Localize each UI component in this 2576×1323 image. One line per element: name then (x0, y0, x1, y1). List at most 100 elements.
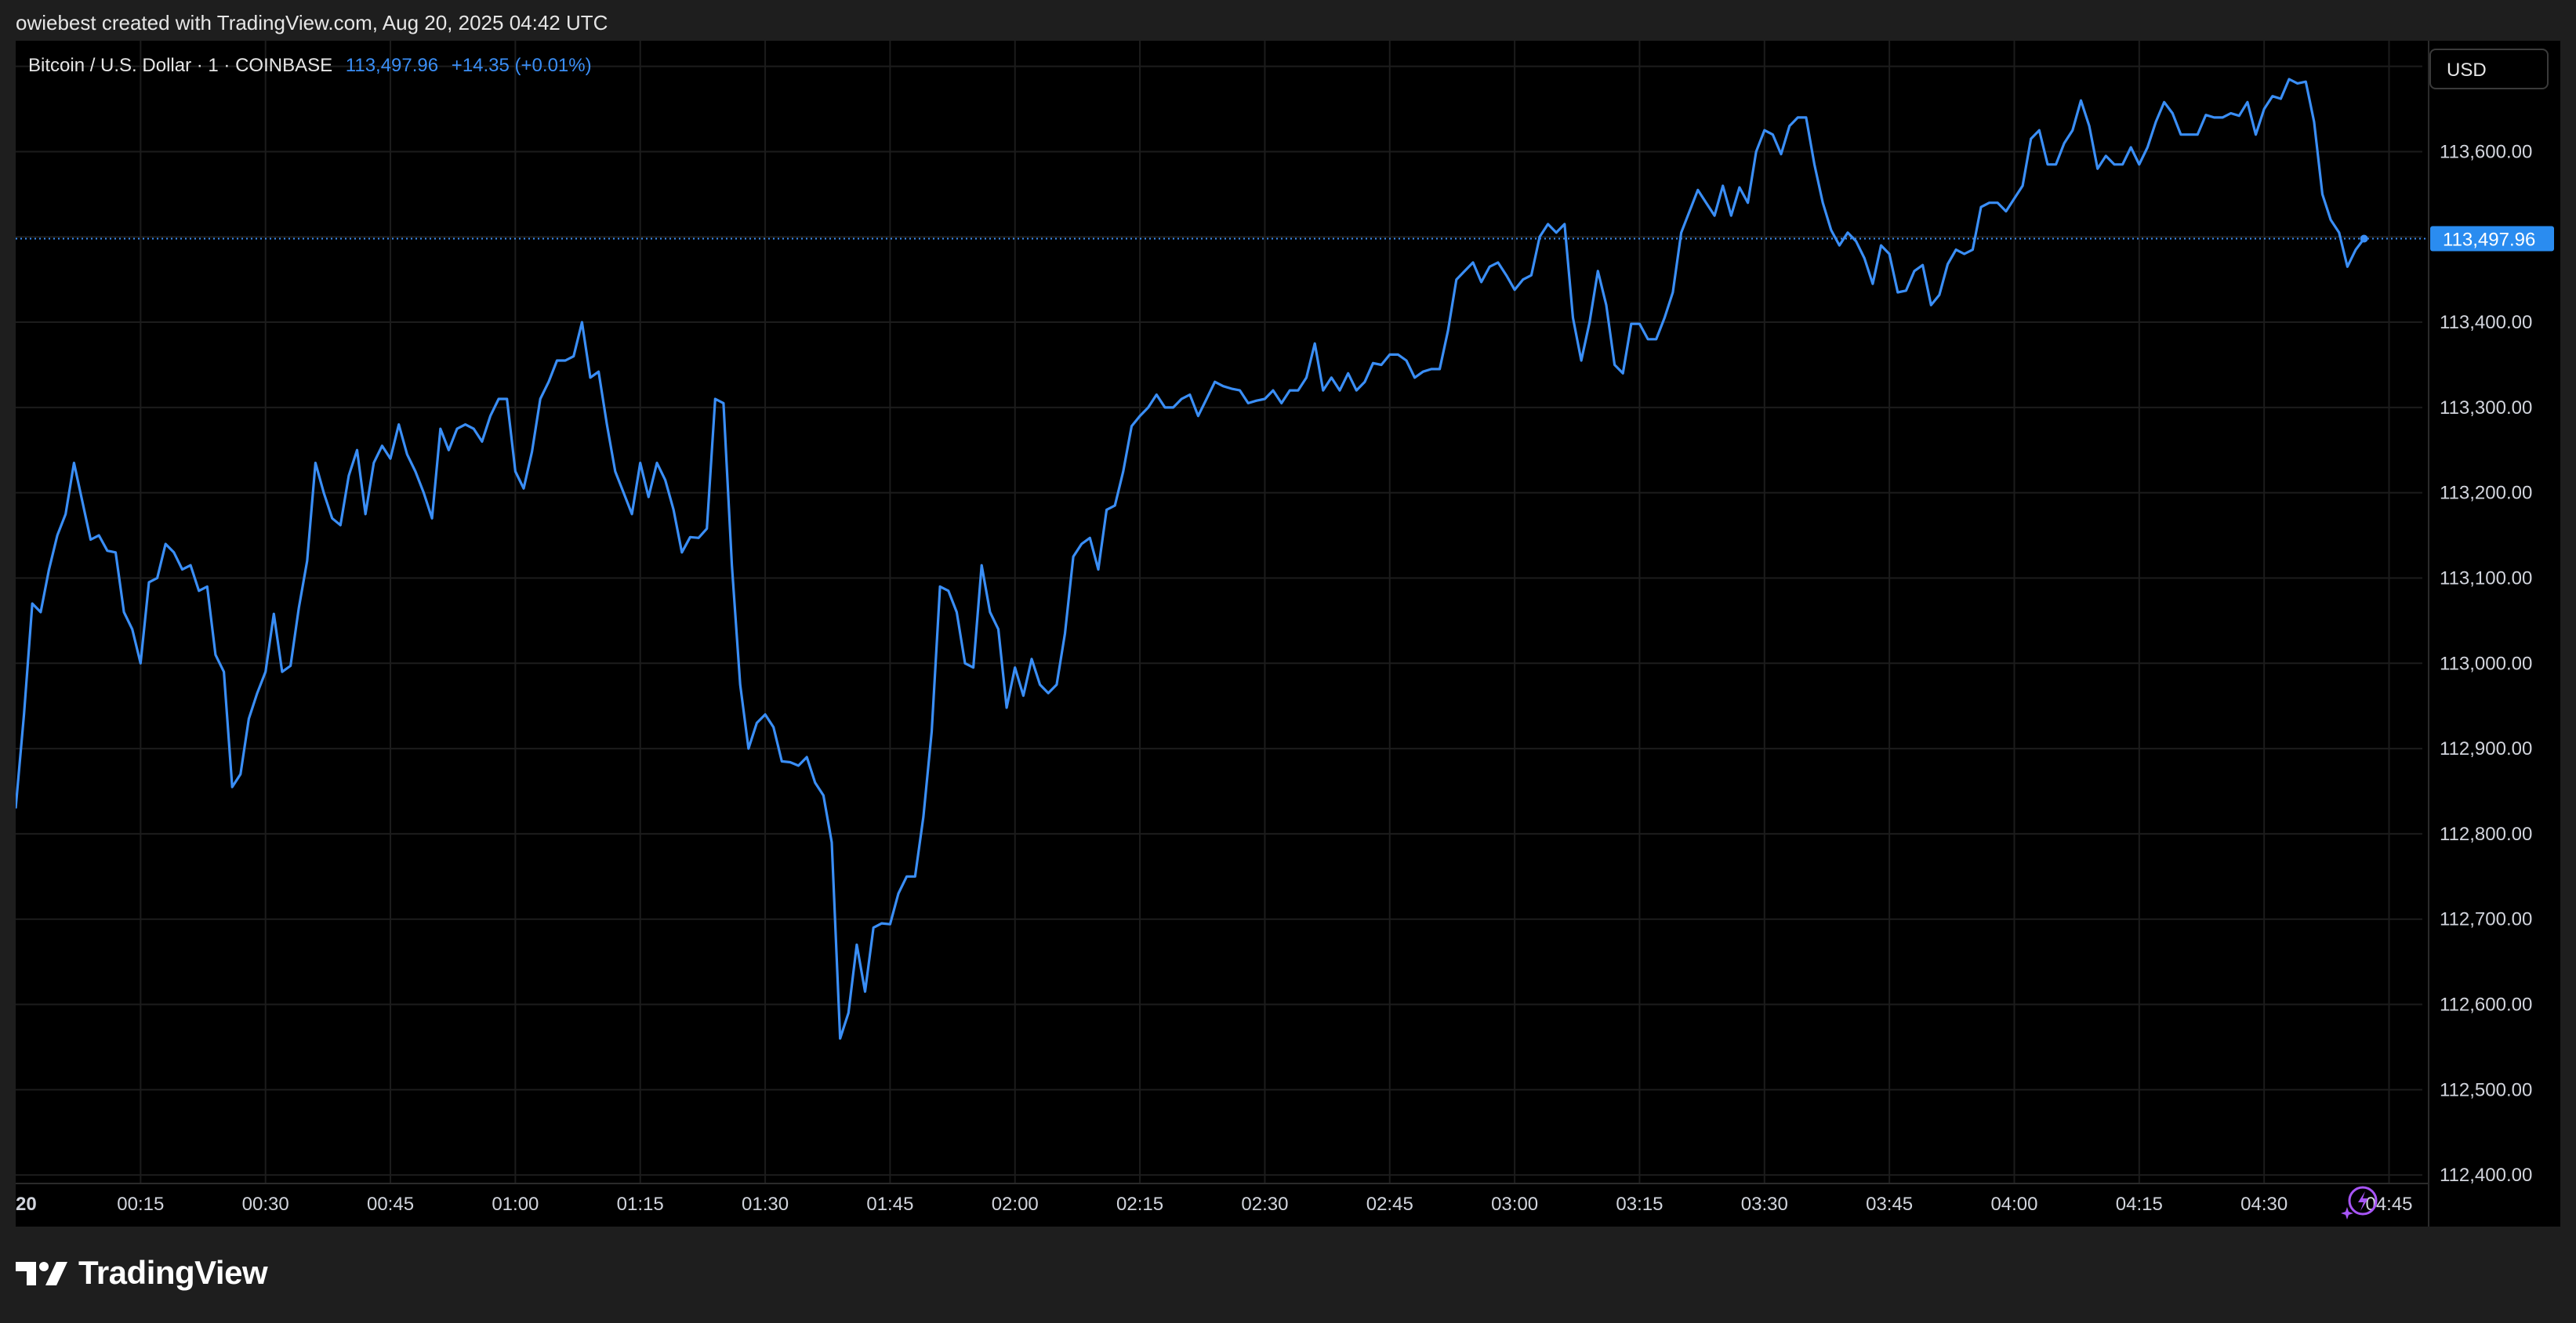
y-tick-label: 113,300.00 (2440, 397, 2532, 419)
y-tick-label: 113,600.00 (2440, 141, 2532, 162)
data-point (1164, 407, 1166, 408)
price-chart[interactable]: 20 00:15 00:30 00:45 01:00 01:15 01:30 01:45 02:… (16, 41, 2560, 1227)
data-point (1922, 264, 1924, 266)
data-point (1022, 695, 1024, 697)
data-point (914, 875, 916, 877)
data-point (481, 440, 483, 442)
data-point (964, 662, 966, 664)
x-tick-label: 00:30 (242, 1194, 289, 1215)
data-point (731, 564, 733, 566)
data-point (1039, 683, 1041, 686)
data-point (1681, 232, 1682, 234)
data-point (314, 462, 316, 464)
data-point (1980, 206, 1982, 208)
data-point (2346, 266, 2348, 267)
data-point (1838, 245, 1840, 246)
data-point (1589, 321, 1591, 323)
data-point (622, 492, 625, 494)
last-price-label: 113,497.96 (2443, 229, 2535, 250)
tradingview-branding[interactable]: TradingView (16, 1254, 268, 1292)
x-tick-label: 03:30 (1741, 1194, 1788, 1215)
data-point (748, 748, 749, 749)
data-point (473, 428, 474, 430)
x-tick-label: 01:30 (742, 1194, 789, 1215)
last-price-dot (2360, 234, 2368, 243)
data-point (2280, 98, 2281, 100)
currency-selector-button[interactable]: USD (2429, 49, 2549, 89)
data-point (1472, 262, 1474, 263)
data-point (681, 552, 683, 553)
data-point (1805, 117, 1807, 118)
data-point (1755, 150, 1757, 152)
data-point (348, 475, 350, 477)
data-point (1481, 281, 1482, 283)
data-point (656, 462, 658, 464)
data-point (1930, 304, 1932, 306)
x-tick-label: 04:30 (2240, 1194, 2288, 1215)
symbol-name: Bitcoin / U.S. Dollar · 1 · COINBASE (28, 55, 333, 76)
data-point (889, 923, 891, 925)
chart-credit: owiebest created with TradingView.com, A… (16, 11, 608, 34)
data-point (231, 786, 233, 788)
data-point (648, 496, 649, 498)
data-point (1505, 274, 1508, 276)
data-point (1614, 364, 1616, 366)
data-point (856, 944, 858, 945)
data-point (465, 424, 466, 426)
data-point (215, 654, 216, 656)
data-point (165, 543, 166, 545)
data-point (1689, 211, 1690, 212)
data-point (1231, 388, 1232, 390)
data-point (173, 552, 175, 553)
data-point (489, 415, 492, 417)
data-point (1456, 279, 1457, 281)
data-point (448, 449, 450, 451)
data-point (1247, 402, 1249, 404)
data-point (198, 590, 200, 592)
data-point (1789, 125, 1791, 127)
data-point (1564, 223, 1566, 225)
data-point (65, 513, 67, 515)
data-point (764, 714, 766, 716)
data-point (873, 927, 874, 929)
data-point (797, 765, 800, 767)
symbol-legend[interactable]: Bitcoin / U.S. Dollar · 1 · COINBASE 113… (28, 55, 592, 77)
x-tick-label: 00:45 (367, 1194, 414, 1215)
data-point (456, 428, 458, 430)
data-point (1047, 692, 1049, 694)
data-point (1622, 372, 1624, 374)
y-tick-label: 113,000.00 (2440, 653, 2532, 674)
data-point (423, 492, 425, 494)
data-point (40, 611, 42, 613)
data-point (1305, 377, 1308, 379)
lightning-sparkle-icon[interactable] (2341, 1183, 2380, 1223)
data-point (1189, 393, 1191, 396)
x-tick-label: 01:15 (617, 1194, 664, 1215)
x-tick-label: 00:15 (117, 1194, 164, 1215)
x-tick-label: 02:45 (1366, 1194, 1413, 1215)
data-point (948, 590, 949, 592)
data-point (2255, 134, 2257, 136)
data-point (98, 535, 100, 536)
x-tick-label: 04:15 (2116, 1194, 2163, 1215)
data-point (1355, 390, 1357, 391)
data-point (1322, 390, 1324, 391)
data-point (1555, 232, 1557, 234)
data-point (123, 611, 125, 613)
data-point (2005, 211, 2007, 212)
x-tick-label: 02:15 (1116, 1194, 1163, 1215)
data-point (206, 585, 208, 588)
data-point (2247, 101, 2248, 103)
data-point (1955, 249, 1957, 251)
data-point (1447, 330, 1449, 332)
chart-area[interactable]: 20 00:15 00:30 00:45 01:00 01:15 01:30 01:45 02:… (16, 41, 2560, 1227)
data-point (1847, 232, 1849, 234)
price-series (16, 78, 2365, 1040)
y-tick-label: 113,400.00 (2440, 312, 2532, 333)
data-point (1381, 364, 1382, 366)
data-point (1772, 134, 1773, 136)
data-point (2355, 249, 2356, 251)
data-point (1605, 304, 1607, 306)
x-axis: 20 00:15 00:30 00:45 01:00 01:15 01:30 01:45 02:… (16, 1183, 2429, 1215)
data-point (56, 535, 58, 536)
